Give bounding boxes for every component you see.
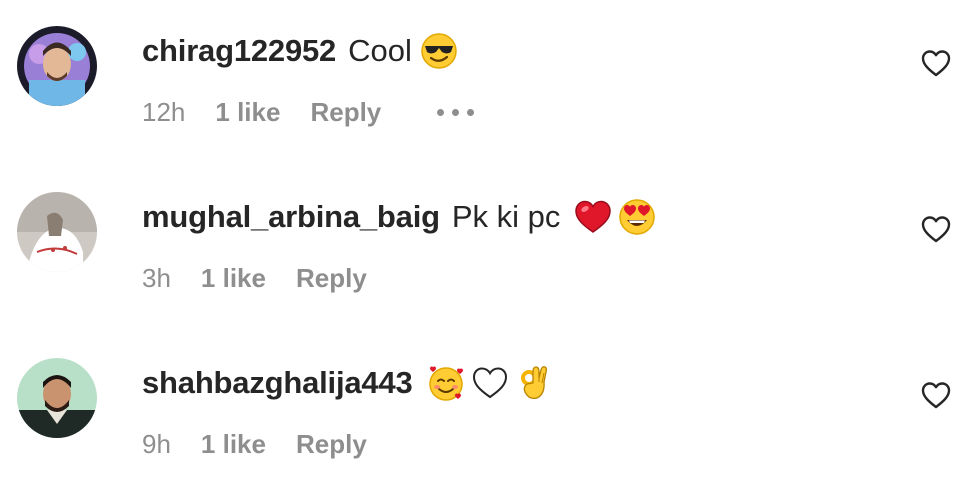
smiling-face-with-hearts-emoji	[427, 364, 465, 402]
comment-likes[interactable]: 1 like	[215, 97, 280, 128]
comment-likes[interactable]: 1 like	[201, 263, 266, 294]
comment-time[interactable]: 12h	[142, 97, 185, 128]
comment-meta: 12h 1 like Reply	[142, 97, 475, 128]
comment-username[interactable]: chirag122952	[142, 33, 336, 69]
comment-item: shahbazghalija443 9h 1 like Reply	[0, 332, 975, 482]
comment-username[interactable]: shahbazghalija443	[142, 365, 413, 401]
comment-time[interactable]: 3h	[142, 263, 171, 294]
like-heart-icon[interactable]	[920, 48, 952, 78]
comment-likes[interactable]: 1 like	[201, 429, 266, 460]
comment-body: chirag122952 Cool	[142, 32, 458, 70]
heart-eyes-face-emoji	[618, 198, 656, 236]
reply-button[interactable]: Reply	[296, 429, 367, 460]
comment-item: chirag122952 Cool 12h 1 like Reply	[0, 0, 975, 150]
avatar[interactable]	[17, 26, 97, 106]
comment-meta: 9h 1 like Reply	[142, 429, 367, 460]
more-options-icon[interactable]	[437, 103, 475, 123]
comment-time[interactable]: 9h	[142, 429, 171, 460]
reply-button[interactable]: Reply	[296, 263, 367, 294]
comment-meta: 3h 1 like Reply	[142, 263, 367, 294]
white-heart-emoji	[471, 364, 509, 402]
comment-text: Pk ki pc	[451, 199, 561, 234]
sunglasses-face-emoji	[420, 32, 458, 70]
ok-hand-emoji	[515, 364, 553, 402]
comment-body: mughal_arbina_baig Pk ki pc	[142, 198, 656, 236]
comment-item: mughal_arbina_baig Pk ki pc 3h 1 like Re…	[0, 166, 975, 316]
like-heart-icon[interactable]	[920, 380, 952, 410]
comment-text: Cool	[348, 33, 412, 68]
avatar[interactable]	[17, 358, 97, 438]
red-heart-emoji	[574, 198, 612, 236]
comment-body: shahbazghalija443	[142, 364, 553, 402]
comment-username[interactable]: mughal_arbina_baig	[142, 199, 440, 235]
reply-button[interactable]: Reply	[310, 97, 381, 128]
like-heart-icon[interactable]	[920, 214, 952, 244]
avatar[interactable]	[17, 192, 97, 272]
